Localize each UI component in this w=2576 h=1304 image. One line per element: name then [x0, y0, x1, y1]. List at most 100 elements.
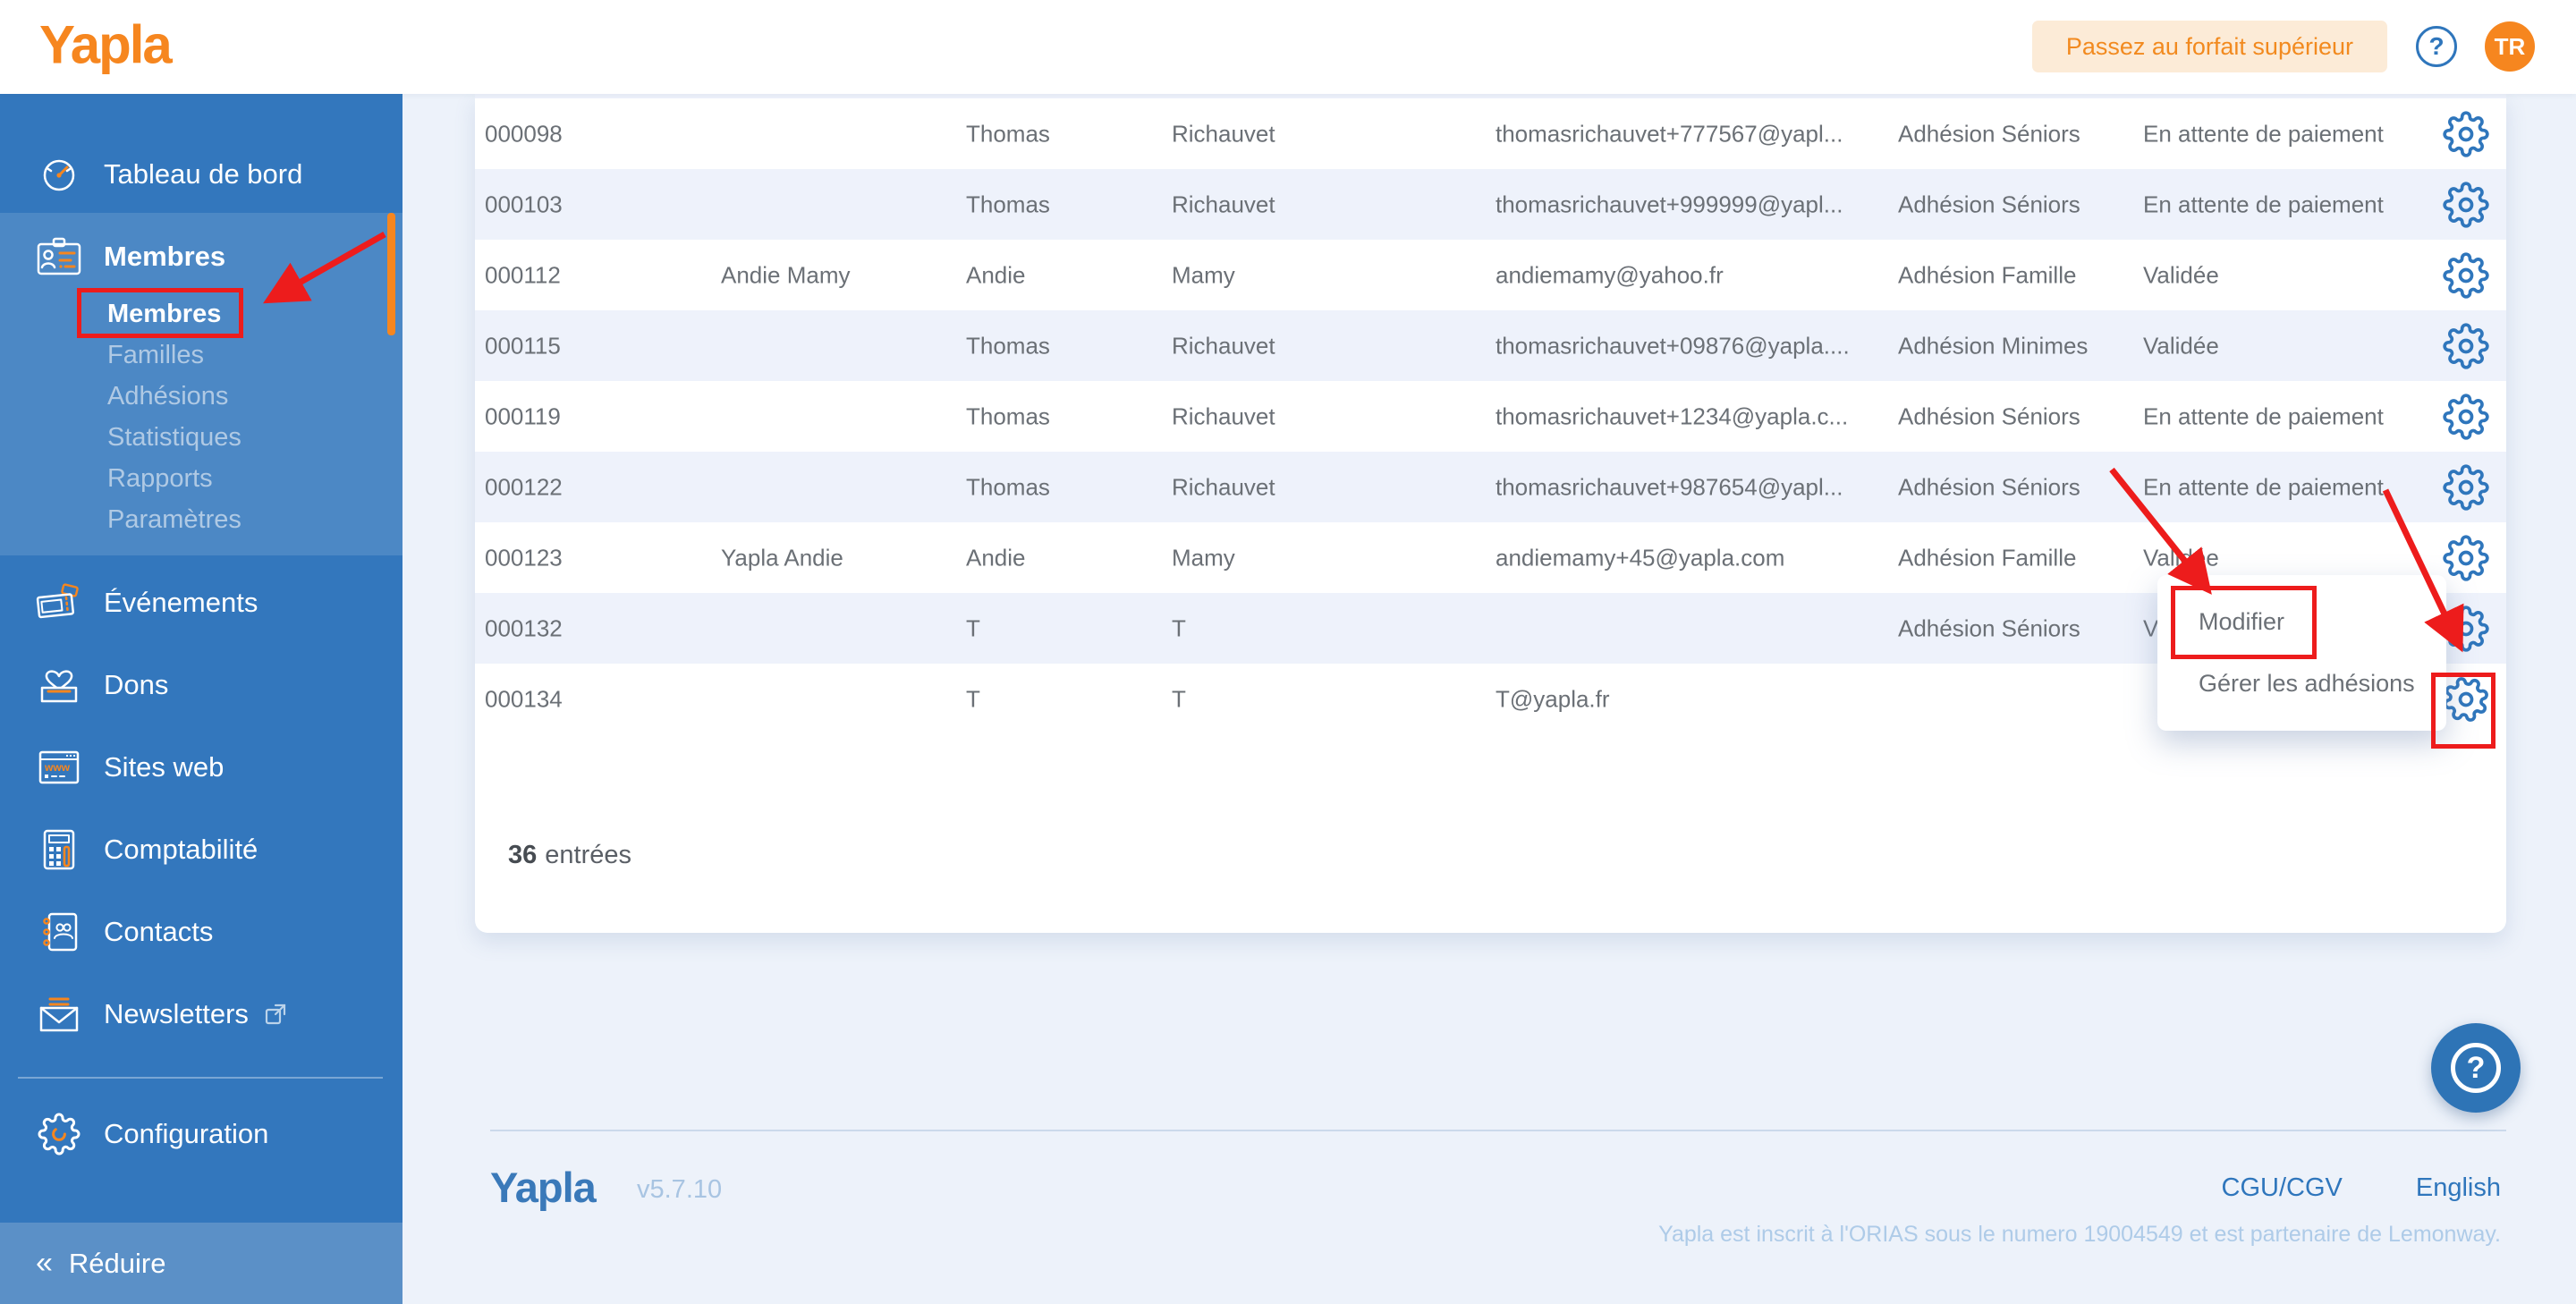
- gear-icon: [2443, 252, 2489, 299]
- row-context-menu: Modifier Gérer les adhésions: [2157, 575, 2446, 731]
- gear-icon: [2443, 111, 2489, 157]
- sidebar: Tableau de bord Membres Membres Familles…: [0, 94, 402, 1304]
- sidebar-item-comptabilite[interactable]: Comptabilité: [0, 823, 402, 876]
- cell-email: thomasrichauvet+1234@yapla.c...: [1496, 402, 1848, 430]
- row-actions-gear-button[interactable]: [2443, 394, 2489, 440]
- footer-yapla-logo: Yapla: [490, 1163, 596, 1212]
- cell-membership: Adhésion Famille: [1898, 544, 2076, 572]
- newsletters-icon: [34, 995, 84, 1033]
- cell-first_name: T: [966, 614, 980, 642]
- row-actions-gear-button[interactable]: [2443, 535, 2489, 581]
- cell-first_name: Thomas: [966, 473, 1050, 501]
- cell-email: thomasrichauvet+999999@yapl...: [1496, 191, 1843, 218]
- cell-last_name: Richauvet: [1172, 332, 1275, 360]
- cell-last_name: T: [1172, 614, 1186, 642]
- table-row[interactable]: 000115ThomasRichauvetthomasrichauvet+098…: [475, 310, 2506, 381]
- sidebar-subitem-membres[interactable]: Membres: [0, 293, 402, 334]
- table-row[interactable]: 000122 Thomas Richauvet thomasrichauvet+987…: [475, 452, 2506, 522]
- cell-membership: Adhésion Minimes: [1898, 332, 2088, 360]
- row-actions-gear-button[interactable]: [2443, 676, 2489, 723]
- cell-membership: Adhésion Séniors: [1898, 473, 2080, 501]
- cell-email: thomasrichauvet+777567@yapl...: [1496, 120, 1843, 148]
- gear-icon: [2443, 605, 2489, 652]
- members-icon: [34, 236, 84, 277]
- menu-item-modifier[interactable]: Modifier: [2157, 608, 2446, 636]
- cell-status: En attente de paiement: [2143, 402, 2384, 430]
- cell-status: Validée: [2143, 332, 2219, 360]
- menu-item-gerer-les-adhesions[interactable]: Gérer les adhésions: [2157, 670, 2446, 698]
- cell-membership: Adhésion Séniors: [1898, 191, 2080, 218]
- cell-email: andiemamy+45@yapla.com: [1496, 544, 1784, 572]
- cell-last_name: Richauvet: [1172, 191, 1275, 218]
- cell-id: 000134: [485, 685, 563, 713]
- app-version: v5.7.10: [637, 1175, 722, 1205]
- cell-name: Yapla Andie: [721, 544, 843, 572]
- footer-divider: [490, 1130, 2506, 1131]
- gear-icon: [2443, 323, 2489, 369]
- entries-number: 36: [508, 841, 537, 869]
- cell-first_name: Andie: [966, 261, 1026, 289]
- cell-first_name: T: [966, 685, 980, 713]
- table-row[interactable]: 000119ThomasRichauvetthomasrichauvet+123…: [475, 381, 2506, 452]
- cell-name: Andie Mamy: [721, 261, 851, 289]
- cell-last_name: T: [1172, 685, 1186, 713]
- sidebar-item-newsletters[interactable]: Newsletters: [0, 987, 402, 1041]
- cell-last_name: Mamy: [1172, 544, 1235, 572]
- cell-id: 000122: [485, 473, 563, 501]
- cell-first_name: Thomas: [966, 332, 1050, 360]
- events-icon: [34, 583, 84, 622]
- sidebar-subitem-familles[interactable]: Familles: [0, 334, 402, 376]
- gear-icon: [2443, 464, 2489, 511]
- row-actions-gear-button[interactable]: [2443, 111, 2489, 157]
- cell-first_name: Thomas: [966, 402, 1050, 430]
- contacts-icon: [34, 910, 84, 953]
- row-actions-gear-button[interactable]: [2443, 605, 2489, 652]
- sidebar-item-contacts[interactable]: Contacts: [0, 905, 402, 959]
- cell-membership: Adhésion Famille: [1898, 261, 2076, 289]
- gear-icon: [2443, 535, 2489, 581]
- user-avatar[interactable]: TR: [2485, 21, 2535, 72]
- cgu-cgv-link[interactable]: CGU/CGV: [2222, 1173, 2343, 1203]
- cell-membership: Adhésion Séniors: [1898, 402, 2080, 430]
- sidebar-divider: [18, 1077, 383, 1079]
- sidebar-subitem-adhesions[interactable]: Adhésions: [0, 376, 402, 417]
- configuration-gear-icon: [34, 1113, 84, 1156]
- cell-last_name: Mamy: [1172, 261, 1235, 289]
- row-actions-gear-button[interactable]: [2443, 323, 2489, 369]
- svg-text:www: www: [44, 761, 71, 774]
- cell-first_name: Andie: [966, 544, 1026, 572]
- sidebar-item-dons[interactable]: Dons: [0, 658, 402, 712]
- app-header: Yapla Passez au forfait supérieur ? TR: [0, 0, 2576, 94]
- sidebar-item-configuration[interactable]: Configuration: [0, 1107, 402, 1161]
- cell-last_name: Richauvet: [1172, 120, 1275, 148]
- table-row[interactable]: 000098ThomasRichauvetthomasrichauvet+777…: [475, 98, 2506, 169]
- floating-help-button[interactable]: ?: [2431, 1023, 2521, 1113]
- row-actions-gear-button[interactable]: [2443, 464, 2489, 511]
- cell-id: 000112: [485, 261, 561, 289]
- table-row[interactable]: 000112Andie MamyAndieMamyandiemamy@yahoo…: [475, 240, 2506, 310]
- cell-id: 000123: [485, 544, 563, 572]
- accounting-icon: [34, 828, 84, 871]
- row-actions-gear-button[interactable]: [2443, 252, 2489, 299]
- cell-id: 000132: [485, 614, 563, 642]
- cell-first_name: Thomas: [966, 191, 1050, 218]
- sidebar-subitem-rapports[interactable]: Rapports: [0, 458, 402, 499]
- upgrade-plan-button[interactable]: Passez au forfait supérieur: [2032, 21, 2387, 72]
- sidebar-collapse-button[interactable]: « Réduire: [0, 1223, 402, 1304]
- sidebar-item-evenements[interactable]: Événements: [0, 576, 402, 630]
- sidebar-subitem-statistiques[interactable]: Statistiques: [0, 417, 402, 458]
- question-mark-glyph: ?: [2428, 32, 2444, 61]
- cell-email: thomasrichauvet+09876@yapla....: [1496, 332, 1850, 360]
- cell-last_name: Richauvet: [1172, 473, 1275, 501]
- sidebar-subitem-parametres[interactable]: Paramètres: [0, 499, 402, 540]
- cell-status: En attente de paiement: [2143, 191, 2384, 218]
- header-help-icon[interactable]: ?: [2416, 26, 2457, 67]
- cell-email: thomasrichauvet+987654@yapl...: [1496, 473, 1843, 501]
- websites-icon: www: [34, 749, 84, 786]
- row-actions-gear-button[interactable]: [2443, 182, 2489, 228]
- sidebar-item-sites-web[interactable]: www Sites web: [0, 741, 402, 794]
- table-row[interactable]: 000103ThomasRichauvetthomasrichauvet+999…: [475, 169, 2506, 240]
- language-switch-link[interactable]: English: [2416, 1173, 2501, 1203]
- sidebar-item-membres[interactable]: Membres: [0, 230, 402, 284]
- sidebar-item-dashboard[interactable]: Tableau de bord: [0, 148, 402, 201]
